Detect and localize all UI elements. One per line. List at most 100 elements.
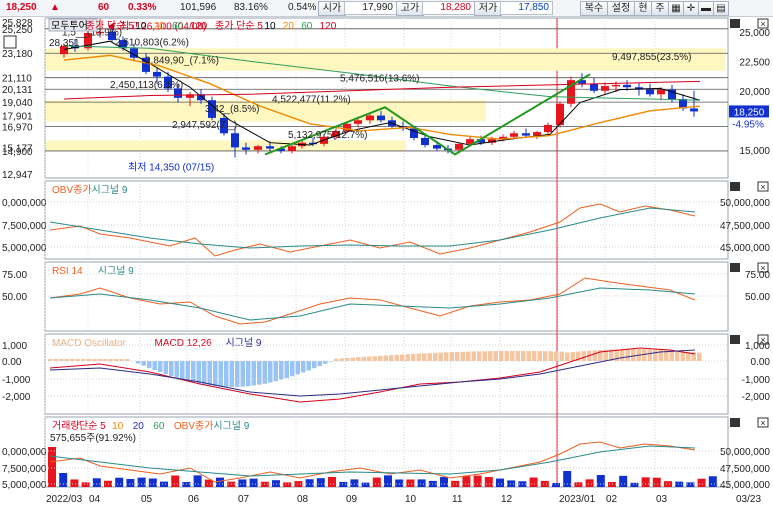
macd-bar xyxy=(620,349,625,361)
macd-bar xyxy=(152,361,157,370)
macd-bar xyxy=(625,349,630,361)
settings-button[interactable]: 설정 xyxy=(607,1,635,16)
quote-toolbar: 18,250 ▲ 60 0.33% 101,596 83.16% 0.54% 시… xyxy=(0,0,773,17)
volume-bar xyxy=(664,481,672,487)
x-tick-label: 04 xyxy=(89,494,101,505)
price-legend-item: 10 xyxy=(135,21,147,32)
volume-bar xyxy=(596,475,605,487)
volume-bar xyxy=(171,475,180,487)
macd-bar xyxy=(92,359,97,361)
macd-bar xyxy=(482,351,487,361)
volume-bar xyxy=(148,478,157,487)
x-tick-label: 03 xyxy=(656,494,668,505)
price-legend-item: 20 xyxy=(283,21,295,32)
vol-left-tick: 7,500,000 xyxy=(2,464,47,475)
change-arrow-icon: ▲ xyxy=(50,2,60,13)
stock-chart[interactable]: ×××××2022/03 04 05 06 07 08 09 10 11 12 2023/01 02 0… xyxy=(0,16,773,505)
macd-bar xyxy=(196,361,201,384)
macd-bar xyxy=(515,351,520,361)
highlight-band xyxy=(46,100,486,122)
panel-lock-icon xyxy=(730,418,740,427)
price-left-tick: 19,040 xyxy=(2,98,33,109)
macd-bar xyxy=(400,354,405,361)
crosshair-icon[interactable]: ✛ xyxy=(683,1,699,16)
current-button[interactable]: 현 xyxy=(634,1,652,16)
x-right-label: 03/23 xyxy=(736,494,761,505)
macd-bar xyxy=(697,352,702,361)
volume-bar xyxy=(294,481,303,487)
copy-button[interactable]: 복수 xyxy=(580,1,608,16)
open-label: 시가 xyxy=(318,1,346,16)
macd-left-tick: 1,000 xyxy=(2,341,27,352)
volume-bar xyxy=(204,479,213,487)
open-price: 17,990 xyxy=(344,1,397,15)
annotation-pct: 4,522,477(11.2%) xyxy=(272,95,351,106)
volume-bar xyxy=(417,479,426,487)
macd-bar xyxy=(455,352,460,361)
macd-legend-item: MACD 12,26 xyxy=(155,338,213,349)
obv-right-tick: 47,500,000 xyxy=(720,221,770,232)
macd-right-tick: -1,000 xyxy=(742,375,771,386)
macd-bar xyxy=(570,352,575,361)
macd-bar xyxy=(356,357,361,361)
macd-bar xyxy=(367,356,372,361)
candle-body xyxy=(690,108,698,112)
macd-bar xyxy=(411,353,416,361)
candle-body xyxy=(231,133,239,148)
macd-bar xyxy=(631,349,636,361)
current-price: 18,250 xyxy=(6,2,37,13)
minimize-icon[interactable]: ▬ xyxy=(698,1,714,16)
week-button[interactable]: 주 xyxy=(651,1,669,16)
annotation-low: 최저 14,350 (07/15) xyxy=(128,161,214,173)
save-icon[interactable]: ▤ xyxy=(713,1,729,16)
price-legend-item: 10 xyxy=(264,21,276,32)
volume-bar xyxy=(496,478,504,487)
vol-legend-item: 10 xyxy=(112,421,124,432)
rsi-left-tick: 75.00 xyxy=(2,270,27,281)
macd-bar xyxy=(224,361,229,387)
vol-legend-item: 단순 5 xyxy=(79,420,106,432)
rsi-legend-item: RSI 14 xyxy=(52,266,83,277)
volume-bar xyxy=(70,479,79,487)
vol-legend-item: OBV종가 xyxy=(174,420,214,432)
volume-bar xyxy=(81,482,90,487)
macd-bar xyxy=(163,361,168,375)
vol-legend-item: 60 xyxy=(153,421,165,432)
macd-bar xyxy=(180,361,185,380)
candle-body xyxy=(646,89,654,95)
macd-bar xyxy=(449,352,454,361)
macd-legend-item: MACD Oscillator xyxy=(52,338,127,349)
change-percent: 0.33% xyxy=(128,2,157,13)
macd-bar xyxy=(510,351,515,361)
macd-bar xyxy=(229,361,234,387)
volume-bar xyxy=(59,473,68,487)
volume-bar xyxy=(182,482,191,487)
volume-ratio: 83.16% xyxy=(234,2,268,13)
macd-bar xyxy=(207,361,212,386)
candle-body xyxy=(544,124,552,133)
panel-close-mark: × xyxy=(760,182,765,192)
volume-value: 101,596 xyxy=(180,2,217,13)
volume-bar xyxy=(249,478,258,487)
high-price: 18,280 xyxy=(422,1,475,15)
highlight-band xyxy=(46,140,406,151)
x-tick-label: 2023/01 xyxy=(559,494,596,505)
macd-bar xyxy=(240,361,245,387)
macd-bar xyxy=(543,351,548,361)
rsi-right-tick: 50.00 xyxy=(745,292,770,303)
macd-bar xyxy=(389,355,394,361)
macd-right-tick: -2,000 xyxy=(742,392,771,403)
price-left-tick: 12,947 xyxy=(2,170,33,181)
macd-bar xyxy=(306,361,311,371)
macd-bar xyxy=(592,350,597,361)
price-legend-item: 종가 단순 5 xyxy=(215,20,263,32)
low-label: 저가 xyxy=(474,1,502,16)
macd-bar xyxy=(317,361,322,367)
grid-icon[interactable]: ▦ xyxy=(668,1,684,16)
macd-bar xyxy=(202,361,207,385)
price-left-tick: 14,900 xyxy=(2,147,33,158)
volume-bar xyxy=(216,477,224,487)
volume-bar xyxy=(484,477,493,487)
macd-bar xyxy=(669,350,674,361)
candle-body xyxy=(601,86,609,91)
